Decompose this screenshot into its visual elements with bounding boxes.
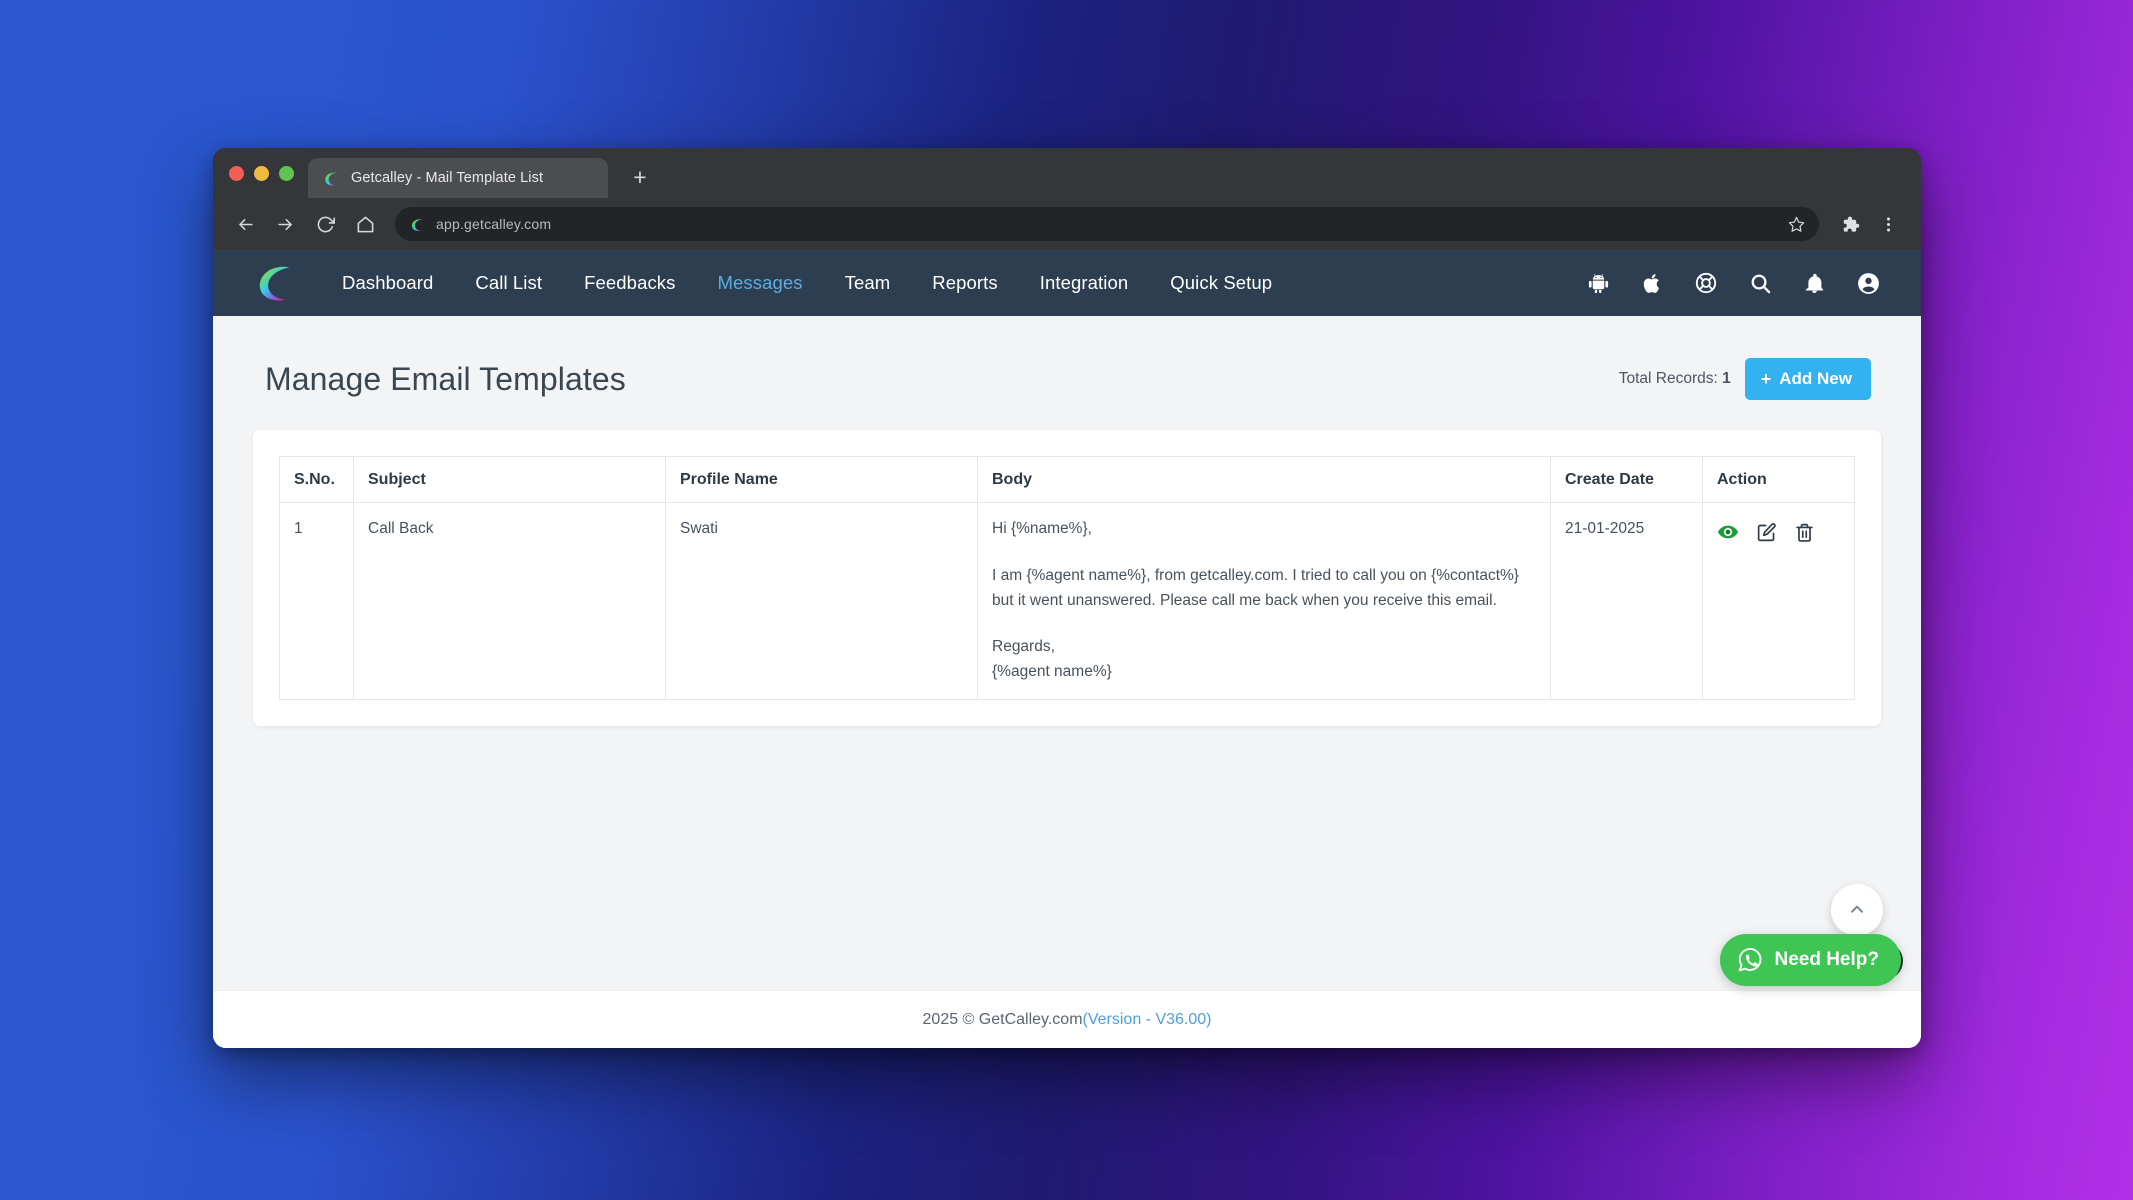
apple-icon[interactable]	[1639, 270, 1665, 296]
body-greeting: Hi {%name%},	[992, 520, 1092, 537]
total-records-text: Total Records:	[1618, 370, 1718, 387]
page-header: Manage Email Templates Total Records: 1 …	[253, 316, 1881, 410]
nav-link-dashboard[interactable]: Dashboard	[321, 272, 454, 294]
extensions-puzzle-icon[interactable]	[1833, 207, 1867, 241]
address-bar-url: app.getcalley.com	[436, 216, 552, 232]
nav-link-team[interactable]: Team	[824, 272, 912, 294]
maximize-window-button[interactable]	[279, 165, 294, 181]
cell-subject: Call Back	[353, 502, 666, 700]
add-new-button[interactable]: + Add New	[1744, 358, 1871, 400]
calley-logo-icon	[411, 218, 423, 231]
forward-icon[interactable]	[267, 206, 303, 242]
body-signoff: Regards,	[992, 638, 1055, 656]
user-account-icon[interactable]	[1855, 270, 1881, 296]
add-new-label: Add New	[1779, 369, 1852, 388]
cell-body: Hi {%name%}, I am {%agent name%}, from g…	[977, 502, 1551, 700]
total-records-value: 1	[1722, 370, 1731, 387]
minimize-window-button[interactable]	[254, 165, 269, 181]
browser-tab-strip: Getcalley - Mail Template List +	[213, 148, 1921, 198]
edit-icon[interactable]	[1755, 521, 1777, 543]
nav-link-messages[interactable]: Messages	[697, 272, 824, 294]
body-signature: {%agent name%}	[992, 663, 1112, 681]
search-icon[interactable]	[1747, 270, 1773, 296]
browser-menu-icon[interactable]	[1871, 207, 1905, 241]
calley-logo[interactable]	[253, 260, 299, 306]
browser-tab[interactable]: Getcalley - Mail Template List	[308, 158, 608, 198]
cell-action	[1702, 502, 1855, 700]
plus-icon: +	[1760, 369, 1772, 389]
column-header-profile-name[interactable]: Profile Name	[665, 456, 978, 503]
footer-version-link[interactable]: (Version - V36.00)	[1083, 1011, 1212, 1029]
bookmark-star-icon[interactable]	[1788, 216, 1805, 233]
window-traffic-lights	[229, 148, 308, 198]
whatsapp-icon	[1736, 946, 1764, 974]
email-templates-table: S.No. Subject Profile Name Body Create D…	[279, 456, 1855, 700]
column-header-body[interactable]: Body	[977, 456, 1551, 503]
home-icon[interactable]	[347, 206, 383, 242]
table-row: 1 Call Back Swati Hi {%name%}, I am {%ag…	[279, 502, 1855, 700]
view-icon[interactable]	[1717, 521, 1739, 543]
cell-profile-name: Swati	[665, 502, 978, 700]
table-header-row: S.No. Subject Profile Name Body Create D…	[279, 456, 1855, 503]
app-nav-icons	[1585, 270, 1881, 296]
whatsapp-need-help-button[interactable]: Need Help?	[1720, 934, 1901, 986]
page-content: Manage Email Templates Total Records: 1 …	[213, 316, 1921, 1048]
app-navbar: Dashboard Call List Feedbacks Messages T…	[213, 250, 1921, 316]
footer-copyright: 2025 © GetCalley.com	[922, 1010, 1083, 1028]
cell-create-date: 21-01-2025	[1550, 502, 1703, 700]
total-records-label: Total Records: 1	[1619, 370, 1731, 388]
browser-tab-title: Getcalley - Mail Template List	[351, 170, 544, 186]
reload-icon[interactable]	[307, 206, 343, 242]
templates-card: S.No. Subject Profile Name Body Create D…	[253, 430, 1881, 726]
address-bar[interactable]: app.getcalley.com	[395, 207, 1819, 241]
scroll-to-top-button[interactable]	[1831, 884, 1883, 936]
column-header-action[interactable]: Action	[1702, 456, 1855, 503]
browser-window: Getcalley - Mail Template List + app.get…	[213, 148, 1921, 1048]
android-icon[interactable]	[1585, 270, 1611, 296]
delete-icon[interactable]	[1793, 521, 1815, 543]
table-body: 1 Call Back Swati Hi {%name%}, I am {%ag…	[279, 502, 1855, 700]
column-header-create-date[interactable]: Create Date	[1550, 456, 1703, 503]
back-icon[interactable]	[227, 206, 263, 242]
nav-link-feedbacks[interactable]: Feedbacks	[563, 272, 696, 294]
nav-link-reports[interactable]: Reports	[911, 272, 1018, 294]
table-head: S.No. Subject Profile Name Body Create D…	[279, 456, 1855, 503]
row-action-buttons	[1717, 521, 1840, 543]
app-viewport: Dashboard Call List Feedbacks Messages T…	[213, 250, 1921, 1048]
column-header-sno[interactable]: S.No.	[279, 456, 354, 503]
calley-logo-icon	[325, 172, 337, 186]
column-header-subject[interactable]: Subject	[353, 456, 666, 503]
cell-sno: 1	[279, 502, 354, 700]
close-window-button[interactable]	[229, 165, 244, 181]
nav-link-quick-setup[interactable]: Quick Setup	[1149, 272, 1293, 294]
app-nav-links: Dashboard Call List Feedbacks Messages T…	[321, 272, 1293, 294]
support-icon[interactable]	[1693, 270, 1719, 296]
need-help-label: Need Help?	[1774, 949, 1879, 970]
nav-link-call-list[interactable]: Call List	[454, 272, 563, 294]
browser-toolbar: app.getcalley.com	[213, 198, 1921, 250]
page-title: Manage Email Templates	[265, 360, 626, 397]
notification-bell-icon[interactable]	[1801, 270, 1827, 296]
app-footer: 2025 © GetCalley.com (Version - V36.00)	[213, 990, 1921, 1048]
page-header-actions: Total Records: 1 + Add New	[1619, 358, 1871, 400]
new-tab-button[interactable]: +	[622, 159, 658, 195]
nav-link-integration[interactable]: Integration	[1019, 272, 1150, 294]
body-paragraph: I am {%agent name%}, from getcalley.com.…	[992, 566, 1519, 609]
